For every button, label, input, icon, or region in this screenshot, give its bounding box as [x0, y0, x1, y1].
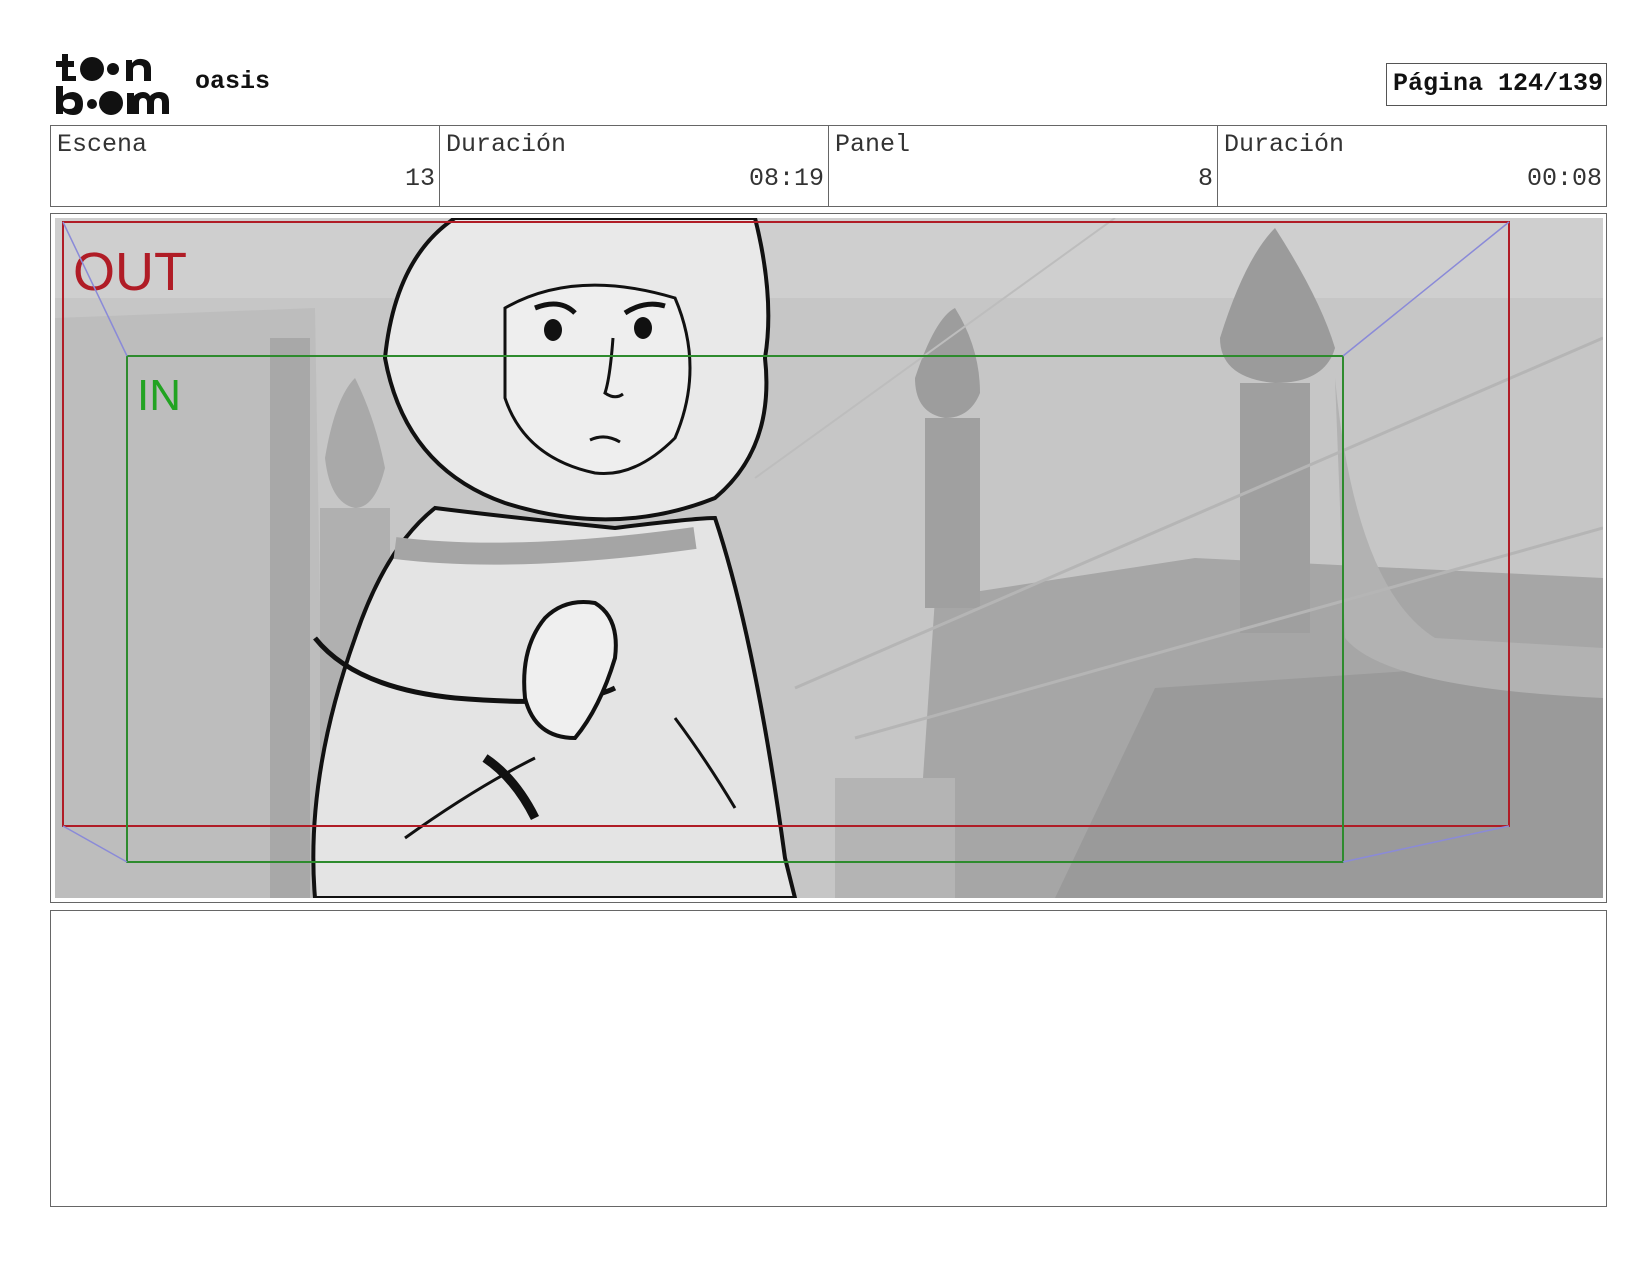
storyboard-panel-image: OUT IN [55, 218, 1603, 898]
panel-label: Panel [835, 130, 911, 159]
scene-label: Escena [57, 130, 148, 159]
panel-duration-value: 00:08 [1526, 164, 1602, 193]
in-frame-label: IN [137, 371, 181, 420]
scene-value: 13 [404, 164, 435, 193]
scene-duration-cell: Duración 08:19 [440, 126, 829, 206]
storyboard-panel-frame: OUT IN [50, 213, 1607, 903]
out-frame-label: OUT [73, 242, 187, 302]
toonboom-logo [54, 52, 172, 116]
panel-value: 8 [1197, 164, 1213, 193]
scene-cell: Escena 13 [51, 126, 440, 206]
scene-info-table: Escena 13 Duración 08:19 Panel 8 Duració… [50, 125, 1607, 207]
logo-graphic [56, 54, 169, 115]
project-name: oasis [195, 67, 271, 96]
panel-duration-cell: Duración 00:08 [1218, 126, 1606, 206]
page-number: Página 124/139 [1386, 63, 1607, 106]
panel-cell: Panel 8 [829, 126, 1218, 206]
scene-duration-value: 08:19 [748, 164, 824, 193]
scene-duration-label: Duración [446, 130, 567, 159]
panel-drawing: OUT IN [55, 218, 1603, 898]
panel-notes-box [50, 910, 1607, 1207]
panel-duration-label: Duración [1224, 130, 1345, 159]
